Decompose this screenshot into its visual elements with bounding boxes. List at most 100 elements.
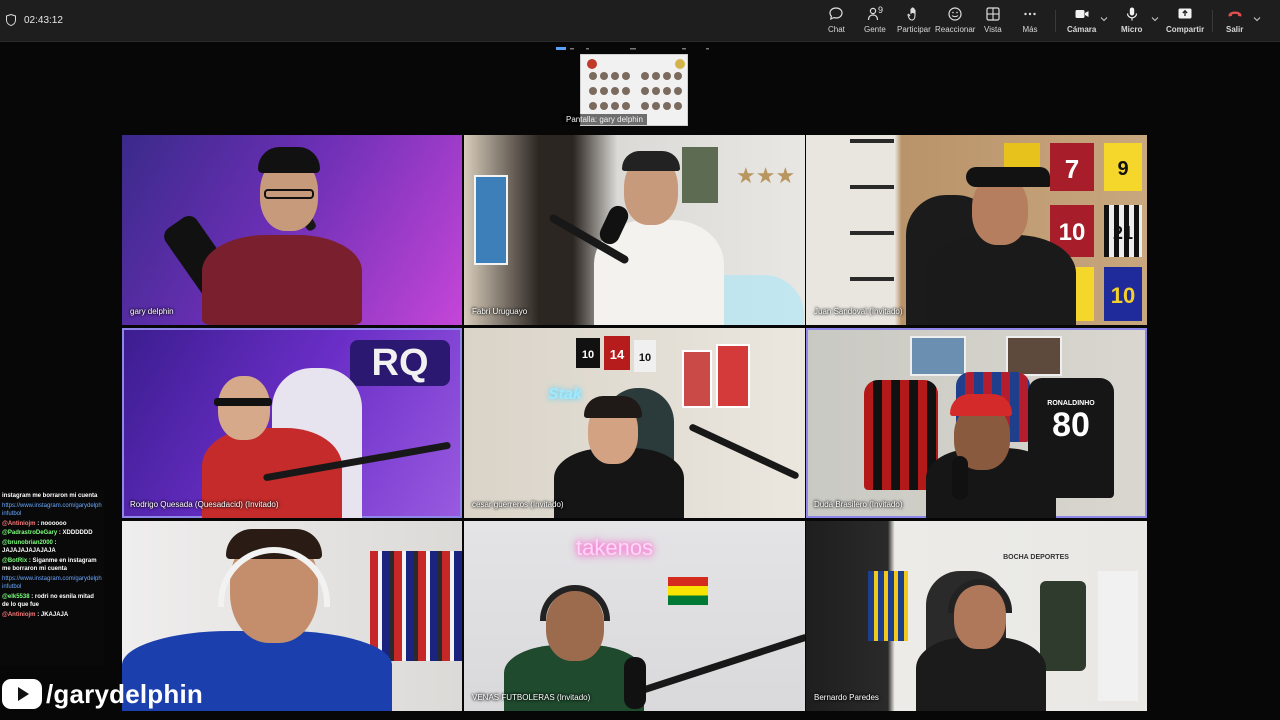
mic-boom-arm <box>635 633 805 696</box>
channel-handle: /garydelphin <box>46 678 203 709</box>
live-chat-overlay: instagram me borraron mi cuenta https://w… <box>0 490 104 666</box>
stars-decoration: ★★★ <box>736 163 796 188</box>
neon-sign: takenos <box>576 535 654 560</box>
share-screen-button[interactable]: Compartir <box>1166 6 1204 40</box>
camera-icon <box>1075 10 1089 18</box>
participant-name: cesar guerreros (Invitado) <box>472 500 564 509</box>
chat-username[interactable]: @elk5538 <box>2 594 30 600</box>
share-screen-icon <box>1178 8 1192 19</box>
glasses <box>264 189 314 199</box>
video-tile[interactable]: 10 14 10 Stak cesar guerreros (Invitado) <box>464 328 805 518</box>
chat-message: https://www.instagram.com/garydelphinfut… <box>2 575 102 592</box>
framed-photo <box>1006 336 1062 376</box>
chat-message: @brunobrian2000 : JAJAJAJAJAJAJA <box>2 539 102 556</box>
jersey-frame: 10 <box>576 338 600 368</box>
toolbar-divider <box>1055 10 1056 32</box>
cap <box>258 147 320 173</box>
view-label: Vista <box>984 25 1002 34</box>
hang-up-icon <box>1228 11 1242 17</box>
video-tile[interactable]: 7 9 10 21 10 Juan Sandoval (Invitado) <box>806 135 1147 325</box>
microphone-button[interactable]: Micro <box>1121 6 1142 40</box>
more-button[interactable]: Más <box>1022 6 1038 40</box>
chat-message: @BotRix : Siganme en instagram me borrar… <box>2 557 102 574</box>
microphone <box>624 657 646 709</box>
video-tile[interactable]: RONALDINHO 80 Duda Brasilero (Invitado) <box>806 328 1147 518</box>
jersey-frame: 10 <box>634 340 656 372</box>
microphone <box>952 456 968 500</box>
smiley-icon <box>948 7 962 21</box>
camera-options-chevron-icon[interactable] <box>1100 15 1108 23</box>
poster <box>682 147 718 203</box>
bolivia-flag <box>668 577 708 605</box>
meeting-toolbar: 02:43:12 Chat 9 Gente Participar Reaccio… <box>0 0 1280 42</box>
video-tile[interactable]: takenos VENAS FUTBOLERAS (Invitado) <box>464 521 805 711</box>
chat-text: : XDDDDDD <box>58 530 93 536</box>
camera-button[interactable]: Cámara <box>1067 6 1096 40</box>
chat-username[interactable]: @brunobrian2000 <box>2 540 53 546</box>
jersey-frame: 10 <box>1104 267 1142 321</box>
microphone-label: Micro <box>1121 25 1143 34</box>
view-button[interactable]: Vista <box>984 6 1002 40</box>
person-head <box>218 376 270 440</box>
leave-label: Salir <box>1226 25 1244 34</box>
jersey-frame: 9 <box>1104 143 1142 191</box>
chat-message: @elk5538 : rodri no esnila mitad de lo q… <box>2 593 102 610</box>
participant-name: Bernardo Paredes <box>814 693 879 702</box>
hair <box>622 151 680 171</box>
person-body <box>926 235 1076 325</box>
lineup-row <box>589 102 682 110</box>
chat-link[interactable]: https://www.instagram.com/garydelphinfut… <box>2 503 102 518</box>
jersey-number: 80 <box>1052 406 1090 444</box>
video-tile[interactable]: BOCHA DEPORTES Bernardo Paredes <box>806 521 1147 711</box>
grid-view-icon <box>986 7 1000 21</box>
video-tile[interactable]: gary delphin <box>122 135 462 325</box>
participant-name: VENAS FUTBOLERAS (Invitado) <box>472 693 591 702</box>
chat-link[interactable]: https://www.instagram.com/garydelphinfut… <box>2 576 102 591</box>
more-label: Más <box>1022 25 1038 34</box>
mic-boom-arm <box>688 422 800 481</box>
raise-hand-label: Participar <box>897 25 931 34</box>
chat-message: instagram me borraron mi cuenta <box>2 492 102 501</box>
leave-options-chevron-icon[interactable] <box>1253 15 1261 23</box>
share-progress-dots <box>556 47 709 50</box>
jersey-frame: 21 <box>1104 205 1142 257</box>
chat-message: https://www.instagram.com/garydelphinfut… <box>2 502 102 519</box>
video-tile[interactable]: ★★★ Fabri Uruguayo <box>464 135 805 325</box>
video-tile[interactable]: RQ Rodrigo Quesada (Quesadacid) (Invitad… <box>122 328 462 518</box>
chat-username[interactable]: @Antiniojm <box>2 612 36 618</box>
chat-message: @Antiniojm : JKAJAJA <box>2 611 102 620</box>
jersey-frame: 7 <box>1050 143 1094 191</box>
microphone-options-chevron-icon[interactable] <box>1151 15 1159 23</box>
more-dots-icon <box>1024 12 1036 16</box>
shared-screen-label: Pantalla: gary delphin <box>562 114 647 125</box>
participant-name: gary delphin <box>130 307 174 316</box>
chat-text: : JKAJAJA <box>37 611 69 618</box>
chat-button[interactable]: Chat <box>828 6 845 40</box>
chat-username[interactable]: @Antiniojm <box>2 521 36 527</box>
store-sign: BOCHA DEPORTES <box>1003 554 1069 561</box>
chat-username[interactable]: @BotRix <box>2 558 27 564</box>
meeting-timer: 02:43:12 <box>6 14 63 26</box>
chat-message: @Antiniojm : noooooo <box>2 520 102 529</box>
raise-hand-icon <box>907 7 916 21</box>
channel-branding: /garydelphin <box>2 676 203 712</box>
chat-username[interactable]: @PadrastroDeGary <box>2 530 57 536</box>
chat-icon <box>829 7 844 21</box>
meeting-window: 02:43:12 Chat 9 Gente Participar Reaccio… <box>0 0 1280 720</box>
participant-name: Juan Sandoval (Invitado) <box>814 307 903 316</box>
camera-label: Cámara <box>1067 25 1097 34</box>
hair <box>584 396 642 418</box>
microphone-icon <box>1126 7 1137 21</box>
sunglasses <box>214 398 272 406</box>
people-count: 9 <box>878 5 884 15</box>
raise-hand-button[interactable]: Participar <box>897 6 931 40</box>
jersey-rack <box>370 551 462 661</box>
shelf <box>1098 571 1138 701</box>
people-button[interactable]: 9 Gente <box>864 5 886 40</box>
jersey-frame: 14 <box>604 336 630 370</box>
leave-button[interactable]: Salir <box>1226 6 1243 40</box>
neon-sign: Stak <box>548 386 582 403</box>
chat-text: : noooooo <box>37 520 67 527</box>
react-button[interactable]: Reaccionar <box>935 6 975 40</box>
team-crest-icon <box>587 59 597 69</box>
